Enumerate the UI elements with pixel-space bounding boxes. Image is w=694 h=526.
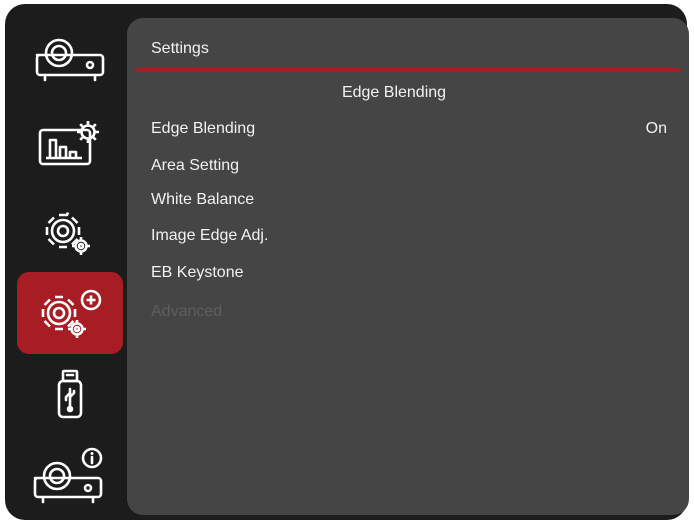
sidebar-item-advanced[interactable] <box>17 272 123 354</box>
sidebar-item-information[interactable] <box>17 436 123 518</box>
sidebar-item-picture[interactable] <box>17 104 123 186</box>
menu-item-eb-keystone[interactable]: EB Keystone <box>151 260 667 286</box>
sidebar-item-display[interactable] <box>17 16 123 98</box>
menu-item-label: Advanced <box>151 303 223 320</box>
usb-icon <box>45 367 95 427</box>
picture-settings-icon <box>31 114 109 176</box>
settings-gear-icon <box>31 202 109 264</box>
menu-item-edge-blending[interactable]: Edge Blending On <box>151 116 667 142</box>
submenu-title: Edge Blending <box>341 84 447 101</box>
menu-item-label: Image Edge Adj. <box>151 227 269 244</box>
advanced-settings-icon <box>29 281 111 345</box>
menu-item-label: EB Keystone <box>151 264 244 281</box>
menu-item-area-setting[interactable]: Area Setting <box>151 153 667 179</box>
projector-info-icon <box>29 446 111 508</box>
menu-item-image-edge-adj[interactable]: Image Edge Adj. <box>151 223 667 249</box>
menu-item-label: Edge Blending <box>151 120 256 137</box>
menu-item-label: White Balance <box>151 191 255 208</box>
menu-item-advanced: Advanced <box>151 299 667 325</box>
settings-panel: Settings Edge Blending Edge Blending On … <box>127 18 689 515</box>
osd-frame: Settings Edge Blending Edge Blending On … <box>5 4 689 520</box>
projector-icon <box>31 27 109 87</box>
menu-item-value: On <box>645 120 667 137</box>
sidebar-item-setup[interactable] <box>17 192 123 274</box>
menu-item-white-balance[interactable]: White Balance <box>151 187 667 213</box>
title-divider <box>135 68 681 72</box>
menu-item-label: Area Setting <box>151 157 240 174</box>
sidebar-item-usb[interactable] <box>17 356 123 438</box>
panel-title: Settings <box>151 40 209 57</box>
sidebar <box>17 16 123 516</box>
